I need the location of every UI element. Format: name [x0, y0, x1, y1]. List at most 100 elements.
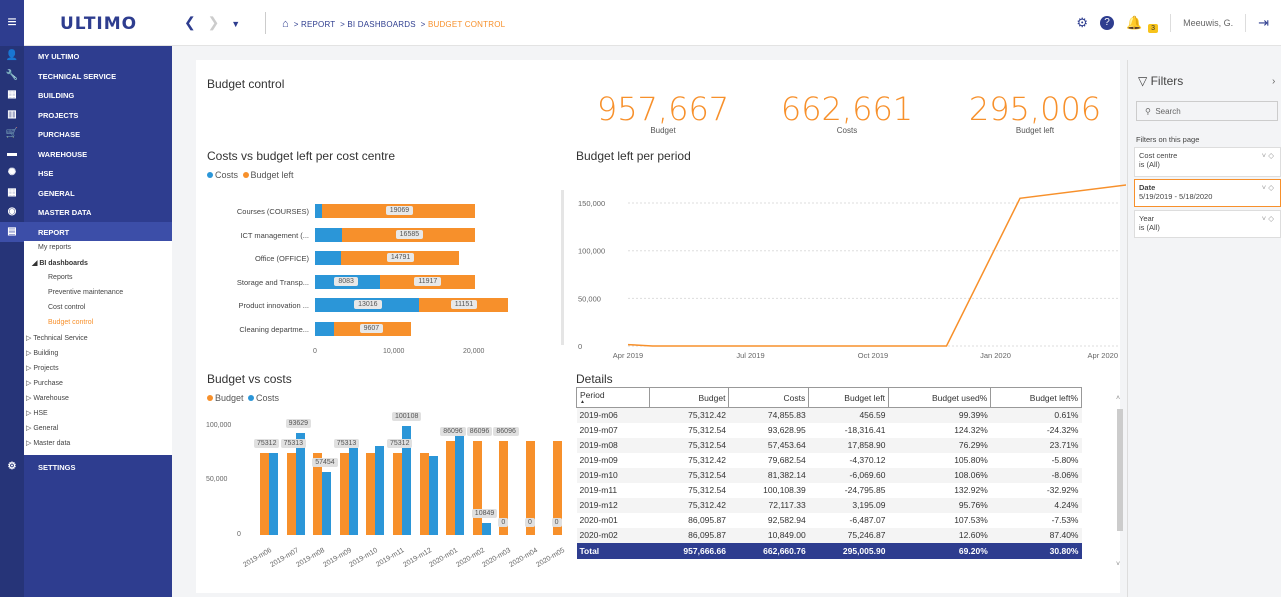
- bell-icon[interactable]: 🔔: [1126, 15, 1142, 31]
- sidebar-item-report[interactable]: ▤ REPORT: [0, 221, 172, 242]
- sub-cost-control[interactable]: Cost control: [48, 304, 85, 311]
- column-header[interactable]: Period ▲: [576, 387, 650, 408]
- sub-my-reports[interactable]: My reports: [38, 244, 71, 251]
- collapse-chevron-icon[interactable]: ›: [1272, 76, 1275, 87]
- chevron-down-icon[interactable]: ˅ ◇: [1262, 151, 1274, 160]
- scroll-up-icon[interactable]: ˄: [1116, 395, 1120, 402]
- costs-bar[interactable]: [295, 432, 305, 535]
- sidebar-item-building[interactable]: ▦ BUILDING: [0, 85, 172, 105]
- sidebar-item-settings[interactable]: ⚙ SETTINGS: [0, 457, 172, 477]
- costs-bar[interactable]: [315, 251, 341, 265]
- forward-icon[interactable]: ❯: [208, 14, 220, 30]
- column-header[interactable]: Budget: [648, 387, 730, 408]
- sub-budget-control[interactable]: Budget control: [48, 319, 93, 326]
- budget-bar[interactable]: [419, 452, 429, 535]
- table-row[interactable]: 2020-m01 86,095.87 92,582.94 -6,487.07 107.5…: [577, 513, 1082, 528]
- filter-date[interactable]: Date 5/19/2019 - 5/18/2020 ˅ ◇: [1134, 179, 1281, 207]
- table-row[interactable]: 2019-m07 75,312.54 93,628.95 -18,316.41 124.…: [577, 423, 1082, 438]
- filters-search[interactable]: ⚲ Search: [1136, 101, 1278, 121]
- sub-general[interactable]: ▷ General: [26, 424, 58, 432]
- filter-year[interactable]: Year is (All) ˅ ◇: [1134, 210, 1281, 238]
- budget-bar[interactable]: [260, 452, 269, 535]
- budget-bar[interactable]: [472, 441, 482, 535]
- sidebar-item-hse[interactable]: ✺ HSE: [0, 163, 172, 183]
- x-tick-label: Jul 2019: [736, 351, 764, 360]
- sub-preventive-maintenance[interactable]: Preventive maintenance: [48, 289, 123, 296]
- sidebar-item-warehouse[interactable]: ▬ WAREHOUSE: [0, 144, 172, 164]
- costs-bar[interactable]: [348, 448, 358, 535]
- column-header[interactable]: Budget left%: [990, 387, 1082, 408]
- table-row[interactable]: 2019-m11 75,312.54 100,108.39 -24,795.85 132…: [577, 483, 1082, 498]
- table-row[interactable]: 2019-m09 75,312.42 79,682.54 -4,370.12 105.8…: [577, 453, 1082, 468]
- budget-bar[interactable]: [366, 452, 376, 535]
- sort-ascending-icon[interactable]: ▲: [580, 400, 646, 405]
- table-cell: 2019-m10: [576, 467, 650, 483]
- costs-bar[interactable]: [269, 453, 278, 535]
- sidebar-item-my-ultimo[interactable]: 👤 MY ULTIMO: [0, 46, 172, 66]
- costs-bar[interactable]: [455, 434, 465, 535]
- home-icon[interactable]: ⌂: [282, 18, 289, 30]
- chevron-down-icon[interactable]: ˅ ◇: [1262, 183, 1274, 192]
- filter-cost-centre[interactable]: Cost centre is (All) ˅ ◇: [1134, 147, 1281, 177]
- costs-bar[interactable]: [322, 472, 332, 535]
- table-row[interactable]: 2019-m06 75,312.42 74,855.83 456.59 99.39% 0.…: [576, 407, 1082, 423]
- sidebar-item-purchase[interactable]: 🛒 PURCHASE: [0, 124, 172, 144]
- column-header[interactable]: Budget left: [808, 387, 889, 408]
- sidebar-item-label: PURCHASE: [38, 130, 81, 139]
- help-icon[interactable]: ?: [1099, 16, 1114, 30]
- sub-warehouse[interactable]: ▷ Warehouse: [26, 394, 69, 402]
- budget-left-line[interactable]: [627, 184, 1126, 347]
- sub-bi-dashboards[interactable]: ◢ BI dashboards: [32, 259, 88, 267]
- costs-bar[interactable]: [315, 227, 343, 242]
- sub-hse[interactable]: ▷ HSE: [26, 409, 48, 417]
- table-cell: -5.80%: [1051, 455, 1079, 465]
- sub-reports[interactable]: Reports: [48, 274, 73, 281]
- table-row[interactable]: 2019-m10 75,312.54 81,382.14 -6,069.60 108.0…: [576, 467, 1082, 483]
- column-header[interactable]: Costs: [728, 387, 810, 408]
- history-dropdown-icon[interactable]: ▼: [231, 19, 240, 29]
- budget-bar[interactable]: [339, 452, 349, 535]
- hamburger-menu-icon[interactable]: ≡: [0, 0, 24, 46]
- app-logo[interactable]: ULTIMO: [60, 14, 137, 34]
- sub-master-data[interactable]: ▷ Master data: [26, 439, 70, 447]
- table-scrollbar[interactable]: ˄ ˅: [1116, 395, 1124, 575]
- sub-projects[interactable]: ▷ Projects: [26, 364, 59, 372]
- table-cell: 4.24%: [990, 497, 1082, 513]
- sub-technical-service[interactable]: ▷ Technical Service: [26, 334, 88, 342]
- table-cell: 86,095.87: [688, 515, 726, 525]
- sidebar-item-projects[interactable]: ▥ PROJECTS: [0, 105, 172, 125]
- gear-icon[interactable]: ⚙: [1076, 15, 1088, 31]
- sidebar-item-master-data[interactable]: ◉ MASTER DATA: [0, 202, 172, 222]
- table-row[interactable]: 2019-m08 75,312.54 57,453.64 17,858.90 76.29…: [576, 437, 1082, 453]
- budget-bar[interactable]: [286, 452, 296, 535]
- table-row[interactable]: 2019-m12 75,312.42 72,117.33 3,195.09 95.76%…: [576, 497, 1082, 513]
- costs-bar[interactable]: [481, 523, 491, 535]
- budget-data-label: 86096: [440, 427, 466, 437]
- column-header[interactable]: Budget used%: [887, 387, 992, 408]
- costs-bar[interactable]: [315, 321, 335, 336]
- scroll-down-icon[interactable]: ˅: [1116, 561, 1120, 568]
- breadcrumb-report[interactable]: REPORT: [301, 20, 335, 29]
- sidebar-item-label: MY ULTIMO: [38, 52, 80, 61]
- budget-left-data-label: 11151: [450, 300, 478, 309]
- legend-budget-left-dot: [242, 172, 249, 178]
- budget-bar[interactable]: [446, 441, 456, 535]
- table-row[interactable]: 2020-m02 86,095.87 10,849.00 75,246.87 12.60…: [576, 527, 1082, 543]
- x-tick-label: 20,000: [463, 348, 485, 355]
- costs-bar[interactable]: [315, 204, 323, 218]
- chevron-down-icon[interactable]: ˅ ◇: [1262, 214, 1274, 223]
- scroll-thumb[interactable]: [1117, 409, 1123, 531]
- costs-bar[interactable]: [375, 446, 385, 535]
- user-name[interactable]: Meeuwis, G.: [1170, 14, 1247, 32]
- column-header-label: Budget used%: [931, 392, 988, 403]
- sub-building[interactable]: ▷ Building: [26, 349, 58, 357]
- chart2-scrollbar[interactable]: [561, 190, 564, 345]
- sidebar-item-general[interactable]: ▦ GENERAL: [0, 183, 172, 203]
- sub-purchase[interactable]: ▷ Purchase: [26, 379, 63, 387]
- logout-icon[interactable]: ⇥: [1258, 15, 1269, 31]
- breadcrumb-bi-dashboards[interactable]: BI DASHBOARDS: [347, 20, 415, 29]
- costs-bar[interactable]: [428, 456, 438, 535]
- sidebar-item-technical-service[interactable]: 🔧 TECHNICAL SERVICE: [0, 66, 172, 86]
- back-icon[interactable]: ❮: [184, 14, 196, 30]
- budget-bar[interactable]: [393, 452, 402, 535]
